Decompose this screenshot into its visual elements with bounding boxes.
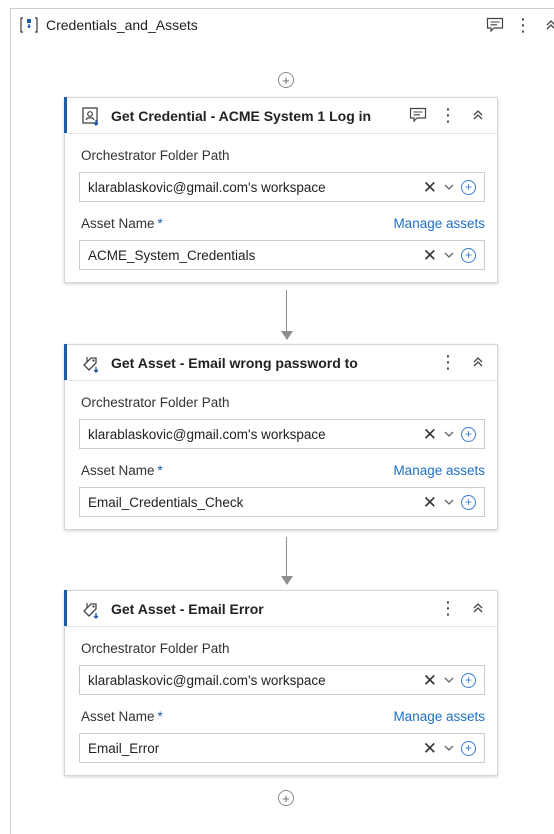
asset-name-label: Asset Name * Manage assets <box>81 215 485 231</box>
asset-name-label: Asset Name * Manage assets <box>81 708 485 724</box>
manage-assets-link[interactable]: Manage assets <box>393 216 485 231</box>
comment-icon[interactable] <box>409 106 427 124</box>
clear-icon[interactable]: ✕ <box>423 494 437 511</box>
clear-icon[interactable]: ✕ <box>423 672 437 689</box>
add-activity-button[interactable]: + <box>278 72 294 88</box>
activity-get-credential[interactable]: Get Credential - ACME System 1 Log in ⋮ … <box>64 97 498 283</box>
activity-title: Get Asset - Email Error <box>111 600 264 617</box>
asset-name-label: Asset Name * Manage assets <box>81 462 485 478</box>
activity-header[interactable]: Get Asset - Email Error ⋮ <box>65 591 497 627</box>
clear-icon[interactable]: ✕ <box>423 179 437 196</box>
chevron-down-icon[interactable] <box>443 249 455 261</box>
connector-arrow <box>281 576 293 585</box>
asset-name-field[interactable]: Email_Error ✕ + <box>79 733 485 763</box>
add-activity-button[interactable]: + <box>278 790 294 806</box>
manage-assets-link[interactable]: Manage assets <box>393 463 485 478</box>
asset-icon <box>81 353 101 373</box>
activity-header[interactable]: Get Credential - ACME System 1 Log in ⋮ <box>65 98 497 134</box>
connector-line <box>286 290 287 332</box>
folder-path-value[interactable]: klarablaskovic@gmail.com's workspace <box>88 180 423 195</box>
connector-line <box>286 537 287 577</box>
credential-icon <box>81 106 101 126</box>
more-options-icon[interactable]: ⋮ <box>439 105 457 125</box>
plus-icon[interactable]: + <box>461 494 476 510</box>
clear-icon[interactable]: ✕ <box>423 740 437 757</box>
folder-path-label: Orchestrator Folder Path <box>81 640 230 656</box>
activity-title: Get Credential - ACME System 1 Log in <box>111 107 372 124</box>
sequence-header[interactable]: Credentials_and_Assets ⋮ <box>10 8 554 42</box>
asset-name-field[interactable]: ACME_System_Credentials ✕ + <box>79 240 485 270</box>
activity-title: Get Asset - Email wrong password to <box>111 354 358 371</box>
plus-icon[interactable]: + <box>461 740 476 756</box>
asset-name-value[interactable]: Email_Error <box>88 741 423 756</box>
chevron-down-icon[interactable] <box>443 181 455 193</box>
folder-path-label: Orchestrator Folder Path <box>81 394 230 410</box>
plus-icon[interactable]: + <box>461 247 476 263</box>
plus-icon[interactable]: + <box>461 426 476 442</box>
manage-assets-link[interactable]: Manage assets <box>393 709 485 724</box>
more-options-icon[interactable]: ⋮ <box>439 352 457 372</box>
sequence-title: Credentials_and_Assets <box>46 17 198 33</box>
more-options-icon[interactable]: ⋮ <box>439 598 457 618</box>
activity-get-asset-email-wrong-password[interactable]: Get Asset - Email wrong password to ⋮ Or… <box>64 344 498 530</box>
clear-icon[interactable]: ✕ <box>423 426 437 443</box>
plus-icon[interactable]: + <box>461 179 476 195</box>
chevron-down-icon[interactable] <box>443 496 455 508</box>
more-options-icon[interactable]: ⋮ <box>514 15 532 35</box>
collapse-icon[interactable] <box>469 599 487 617</box>
clear-icon[interactable]: ✕ <box>423 247 437 264</box>
collapse-icon[interactable] <box>469 353 487 371</box>
collapse-icon[interactable] <box>542 16 554 34</box>
folder-path-field[interactable]: klarablaskovic@gmail.com's workspace ✕ + <box>79 665 485 695</box>
folder-path-field[interactable]: klarablaskovic@gmail.com's workspace ✕ + <box>79 419 485 449</box>
plus-icon[interactable]: + <box>461 672 476 688</box>
chevron-down-icon[interactable] <box>443 674 455 686</box>
asset-name-value[interactable]: Email_Credentials_Check <box>88 495 423 510</box>
comment-icon[interactable] <box>486 16 504 34</box>
chevron-down-icon[interactable] <box>443 742 455 754</box>
activity-header[interactable]: Get Asset - Email wrong password to ⋮ <box>65 345 497 381</box>
connector-arrow <box>281 331 293 340</box>
chevron-down-icon[interactable] <box>443 428 455 440</box>
asset-icon <box>81 599 101 619</box>
asset-name-field[interactable]: Email_Credentials_Check ✕ + <box>79 487 485 517</box>
activity-get-asset-email-error[interactable]: Get Asset - Email Error ⋮ Orchestrator F… <box>64 590 498 776</box>
folder-path-value[interactable]: klarablaskovic@gmail.com's workspace <box>88 427 423 442</box>
sequence-icon <box>20 16 38 34</box>
folder-path-field[interactable]: klarablaskovic@gmail.com's workspace ✕ + <box>79 172 485 202</box>
collapse-icon[interactable] <box>469 106 487 124</box>
asset-name-value[interactable]: ACME_System_Credentials <box>88 248 423 263</box>
folder-path-value[interactable]: klarablaskovic@gmail.com's workspace <box>88 673 423 688</box>
folder-path-label: Orchestrator Folder Path <box>81 147 230 163</box>
